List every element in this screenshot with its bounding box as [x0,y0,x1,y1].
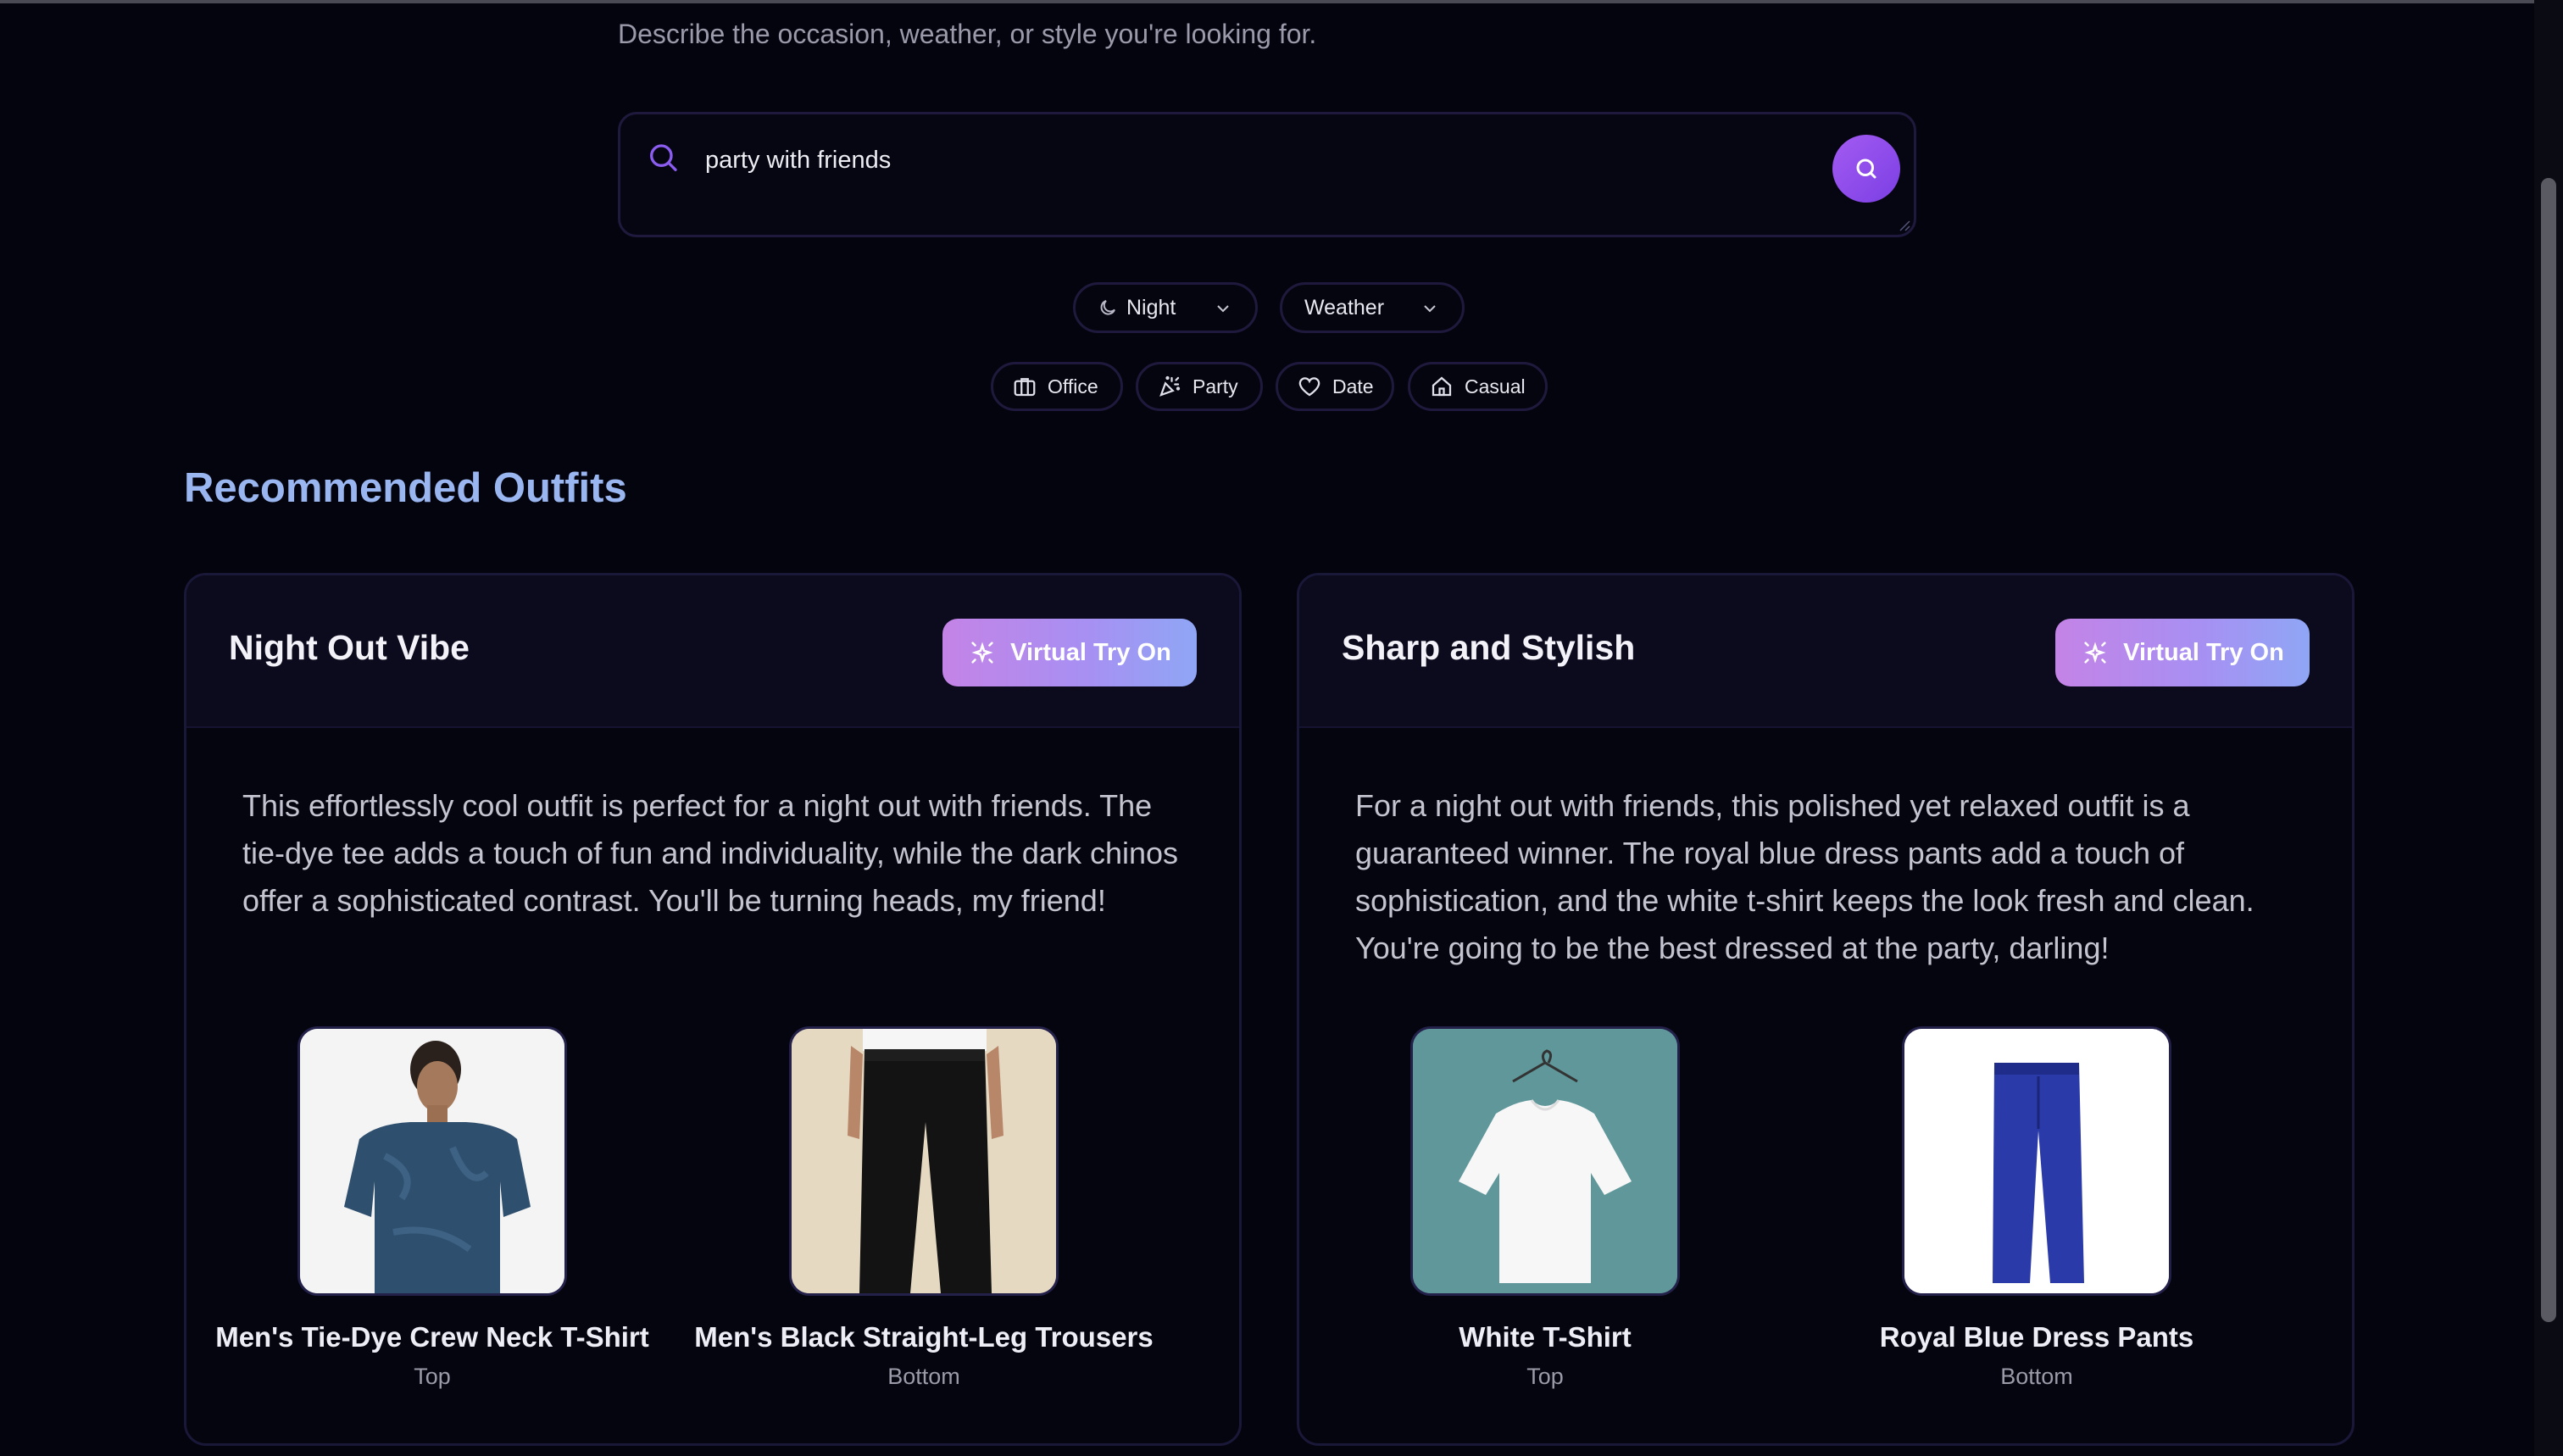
occasion-chip-label: Party [1193,375,1238,397]
occasion-chip-party[interactable]: Party [1136,362,1263,411]
product-image[interactable] [297,1026,567,1296]
outfit-item[interactable]: White T-Shirt Top [1299,1026,1791,1390]
time-of-day-select[interactable]: Night [1073,282,1258,333]
occasion-chip-label: Office [1048,375,1098,397]
weather-select[interactable]: Weather [1280,282,1465,333]
outfit-item[interactable]: Men's Black Straight-Leg Trousers Bottom [678,1026,1170,1390]
section-title: Recommended Outfits [184,465,627,511]
heart-icon [1298,377,1320,397]
black-trousers-image [792,1029,1056,1293]
search-input[interactable]: party with friends [705,147,891,175]
product-image[interactable] [789,1026,1059,1296]
briefcase-icon [1014,378,1036,397]
item-type: Bottom [887,1364,960,1389]
product-image[interactable] [1410,1026,1680,1296]
item-type: Bottom [2000,1364,2073,1389]
outfit-card-header: Night Out Vibe Virtual Try On [186,575,1239,728]
outfit-title: Sharp and Stylish [1342,628,1636,667]
occasion-chip-date[interactable]: Date [1276,362,1394,411]
tie-dye-tshirt-image [300,1029,564,1293]
virtual-try-on-label: Virtual Try On [2123,638,2284,666]
outfit-card: Sharp and Stylish Virtual Try On For a n… [1297,573,2355,1446]
page-subtitle: Describe the occasion, weather, or style… [618,19,1317,49]
product-image[interactable] [1902,1026,2171,1296]
chevron-down-icon [1217,305,1229,313]
scrollbar-thumb[interactable] [2541,178,2556,1322]
occasion-chip-office[interactable]: Office [991,362,1123,411]
virtual-try-on-button[interactable]: Virtual Try On [2055,619,2310,686]
royal-blue-pants-image [1904,1029,2169,1293]
outfit-card: Night Out Vibe Virtual Try On This effor… [184,573,1242,1446]
sparkle-icon [2084,642,2106,664]
outfit-card-header: Sharp and Stylish Virtual Try On [1299,575,2352,728]
weather-label: Weather [1304,295,1385,320]
home-icon [1432,376,1452,397]
item-type: Top [414,1364,451,1389]
item-type: Top [1526,1364,1564,1389]
search-icon [1856,158,1876,179]
outfit-item[interactable]: Men's Tie-Dye Crew Neck T-Shirt Top [186,1026,678,1390]
white-tshirt-image [1413,1029,1677,1293]
outfit-description: This effortlessly cool outfit is perfect… [242,788,1179,918]
occasion-chip-label: Casual [1465,375,1526,397]
item-name: Royal Blue Dress Pants [1879,1321,2194,1353]
item-name: Men's Tie-Dye Crew Neck T-Shirt [215,1321,649,1353]
search-icon [650,144,677,171]
outfit-description: For a night out with friends, this polis… [1355,788,2254,965]
occasion-chip-label: Date [1332,375,1374,397]
outfit-item[interactable]: Royal Blue Dress Pants Bottom [1791,1026,2282,1390]
item-name: Men's Black Straight-Leg Trousers [694,1321,1154,1353]
virtual-try-on-label: Virtual Try On [1010,638,1171,666]
time-of-day-label: Night [1126,295,1176,320]
occasion-chip-casual[interactable]: Casual [1408,362,1548,411]
search-field[interactable]: party with friends [618,112,1916,237]
party-popper-icon [1159,375,1181,397]
search-submit-button[interactable] [1832,135,1900,203]
sparkle-icon [971,642,993,664]
window-top-border [0,0,2563,3]
resize-handle-icon[interactable] [1899,220,1910,231]
chevron-down-icon [1424,305,1436,313]
moon-icon [1100,300,1115,315]
item-name: White T-Shirt [1459,1321,1632,1353]
virtual-try-on-button[interactable]: Virtual Try On [942,619,1197,686]
outfit-title: Night Out Vibe [229,628,470,667]
